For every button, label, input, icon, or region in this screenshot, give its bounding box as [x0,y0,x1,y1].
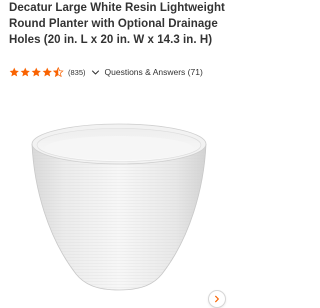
star-icon [9,67,19,77]
star-icon [20,67,30,77]
product-page: Decatur Large White Resin Lightweight Ro… [0,0,250,308]
next-image-button[interactable] [208,290,226,308]
product-title: Decatur Large White Resin Lightweight Ro… [9,2,225,46]
star-rating[interactable] [9,66,64,78]
review-count[interactable]: (835) [68,68,86,77]
planter-image [31,123,207,291]
chevron-right-icon [215,295,219,303]
questions-answers-link[interactable]: Questions & Answers (71) [105,67,203,77]
rating-row: (835) Questions & Answers (71) [9,65,203,79]
star-icon [31,67,41,77]
chevron-down-icon[interactable] [91,68,100,77]
product-image-gallery[interactable] [0,100,250,308]
half-star-icon [53,66,64,77]
star-icon [42,67,52,77]
